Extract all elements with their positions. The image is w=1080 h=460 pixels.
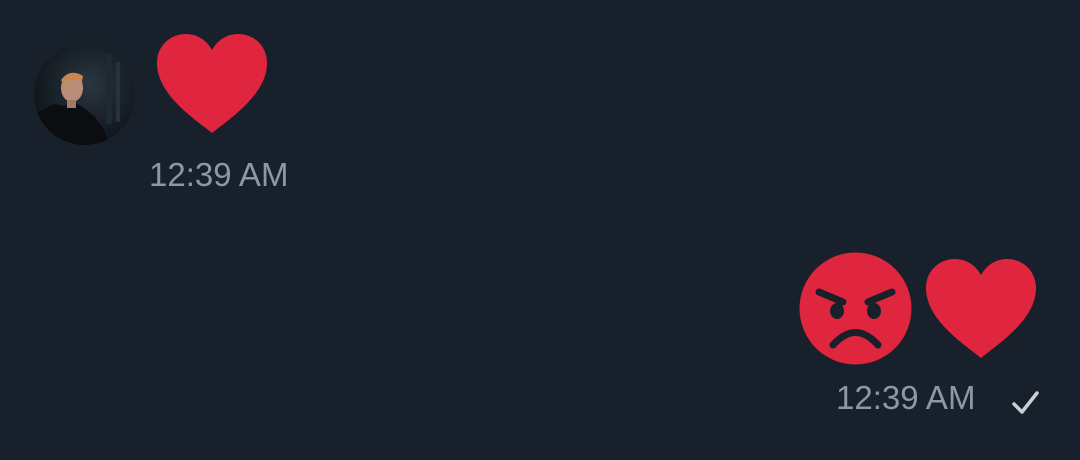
sent-timestamp: 12:39 AM	[836, 379, 976, 416]
received-timestamp: 12:39 AM	[149, 156, 289, 193]
sender-avatar[interactable]	[34, 44, 135, 145]
checkmark-icon	[1012, 391, 1039, 414]
red-heart-icon	[157, 34, 267, 133]
angry-face-icon	[799, 252, 912, 365]
red-heart-icon	[926, 259, 1036, 358]
chat-conversation: 12:39 AM 12:39 AM	[0, 0, 1080, 460]
